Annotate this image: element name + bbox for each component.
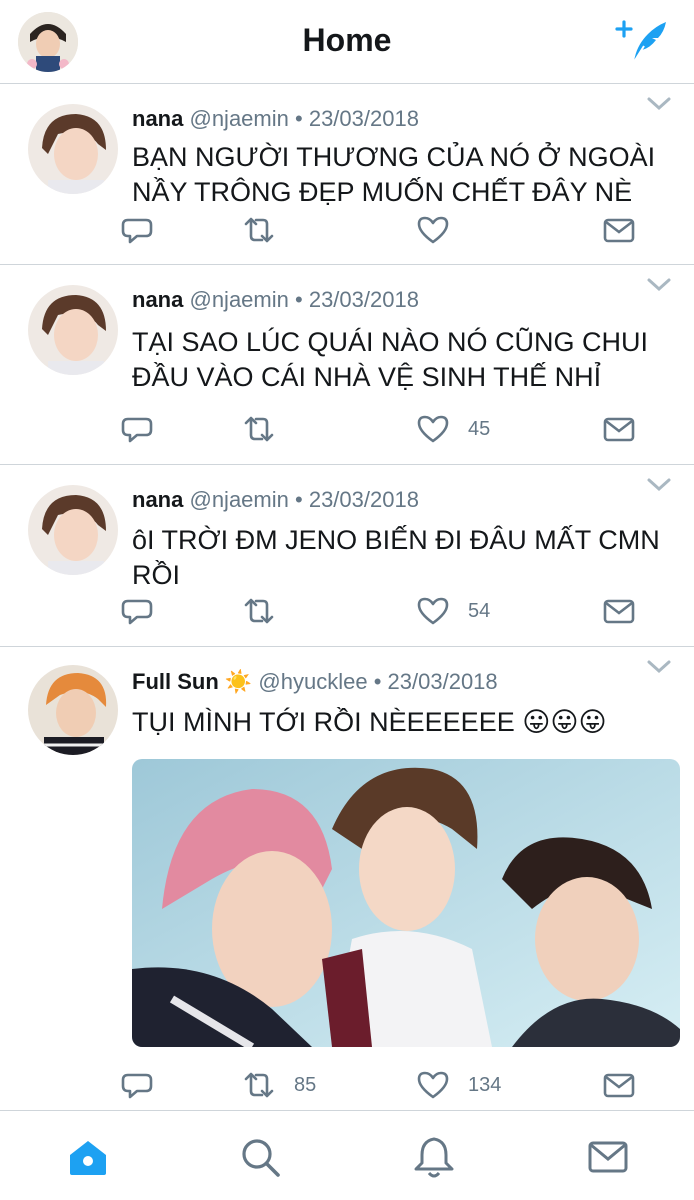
reply-button[interactable]: [120, 212, 154, 248]
like-button[interactable]: 134: [416, 1067, 501, 1103]
tweet[interactable]: nana @njaemin • 23/03/2018 TẠI SAO LÚC Q…: [0, 265, 694, 465]
tweet-date[interactable]: 23/03/2018: [309, 487, 419, 512]
tweet[interactable]: nana @njaemin • 23/03/2018 BẠN NGƯỜI THƯ…: [0, 84, 694, 265]
dm-button[interactable]: [602, 411, 636, 447]
display-name[interactable]: nana: [132, 106, 183, 131]
separator-dot: •: [295, 487, 303, 512]
like-button[interactable]: [416, 212, 468, 248]
reply-icon: [121, 1073, 153, 1099]
like-button[interactable]: 54: [416, 593, 490, 629]
retweet-button[interactable]: 85: [242, 1067, 316, 1103]
separator-dot: •: [295, 106, 303, 131]
chevron-down-icon[interactable]: [646, 96, 672, 112]
separator-dot: •: [295, 287, 303, 312]
envelope-icon: [603, 1073, 635, 1098]
tweet-photo[interactable]: [132, 759, 680, 1047]
reply-icon: [121, 417, 153, 443]
reply-button[interactable]: [120, 1067, 154, 1103]
display-name[interactable]: Full Sun: [132, 669, 219, 694]
separator-dot: •: [373, 669, 382, 694]
nav-notifications[interactable]: [412, 1135, 456, 1179]
tweet-actions: 45: [120, 411, 660, 447]
envelope-icon: [588, 1141, 628, 1173]
retweet-button[interactable]: [242, 212, 294, 248]
home-icon: [70, 1141, 106, 1175]
retweet-icon: [244, 217, 274, 243]
like-button[interactable]: 45: [416, 411, 490, 447]
user-handle[interactable]: @njaemin: [189, 287, 288, 312]
avatar[interactable]: [28, 104, 118, 194]
envelope-icon: [603, 599, 635, 624]
avatar[interactable]: [28, 285, 118, 375]
retweet-button[interactable]: [242, 411, 294, 447]
retweet-icon: [244, 598, 274, 624]
heart-icon: [417, 597, 449, 625]
reply-button[interactable]: [120, 411, 154, 447]
envelope-icon: [603, 417, 635, 442]
tweet-actions: 85 134: [120, 1067, 660, 1103]
bell-icon: [414, 1137, 454, 1178]
bottom-nav: [0, 1110, 694, 1200]
dm-button[interactable]: [602, 212, 636, 248]
tweet[interactable]: nana @njaemin • 23/03/2018 ôI TRỜI ĐM JE…: [0, 465, 694, 647]
retweet-count: 85: [294, 1073, 317, 1096]
chevron-down-icon[interactable]: [646, 477, 672, 493]
sun-emoji: ☀️: [224, 669, 253, 694]
tweet-text: BẠN NGƯỜI THƯƠNG CỦA NÓ Ở NGOÀI NẦY TRÔN…: [132, 142, 656, 207]
tweet-actions: 54: [120, 593, 660, 629]
like-count: 45: [468, 417, 491, 440]
avatar[interactable]: [28, 665, 118, 755]
envelope-icon: [603, 218, 635, 243]
dm-button[interactable]: [602, 593, 636, 629]
avatar[interactable]: [28, 485, 118, 575]
search-icon: [242, 1139, 280, 1177]
tweet-text: TỤI MÌNH TỚI RỒI NÈEEEEEE 😛😛😛: [132, 707, 607, 737]
display-name[interactable]: nana: [132, 487, 183, 512]
nav-home[interactable]: [66, 1135, 110, 1179]
nav-messages[interactable]: [586, 1135, 630, 1179]
dm-button[interactable]: [602, 1067, 636, 1103]
reply-button[interactable]: [120, 593, 154, 629]
reply-icon: [121, 599, 153, 625]
heart-icon: [417, 1071, 449, 1099]
tweet-actions: [120, 212, 660, 248]
tweet-date[interactable]: 23/03/2018: [388, 669, 498, 694]
user-handle[interactable]: @hyucklee: [258, 669, 367, 694]
tweet-date[interactable]: 23/03/2018: [309, 106, 419, 131]
retweet-button[interactable]: [242, 593, 294, 629]
like-count: 54: [468, 599, 491, 622]
chevron-down-icon[interactable]: [646, 659, 672, 675]
heart-icon: [417, 415, 449, 443]
retweet-icon: [244, 1072, 274, 1098]
page-title: Home: [302, 22, 392, 58]
top-bar: Home: [0, 0, 694, 84]
compose-tweet-icon[interactable]: [614, 16, 670, 66]
tweet[interactable]: Full Sun ☀️ @hyucklee • 23/03/2018 TỤI M…: [0, 647, 694, 1110]
like-count: 134: [468, 1073, 502, 1096]
user-handle[interactable]: @njaemin: [189, 106, 288, 131]
reply-icon: [121, 218, 153, 244]
tweet-date[interactable]: 23/03/2018: [309, 287, 419, 312]
display-name[interactable]: nana: [132, 287, 183, 312]
heart-icon: [417, 216, 449, 244]
user-handle[interactable]: @njaemin: [189, 487, 288, 512]
chevron-down-icon[interactable]: [646, 277, 672, 293]
retweet-icon: [244, 416, 274, 442]
nav-search[interactable]: [238, 1135, 282, 1179]
tweet-text: TẠI SAO LÚC QUÁI NÀO NÓ CŨNG CHUI ĐẦU VÀ…: [132, 327, 649, 392]
tweet-text: ôI TRỜI ĐM JENO BIẾN ĐI ĐÂU MẤT CMN RỒI: [132, 525, 660, 590]
